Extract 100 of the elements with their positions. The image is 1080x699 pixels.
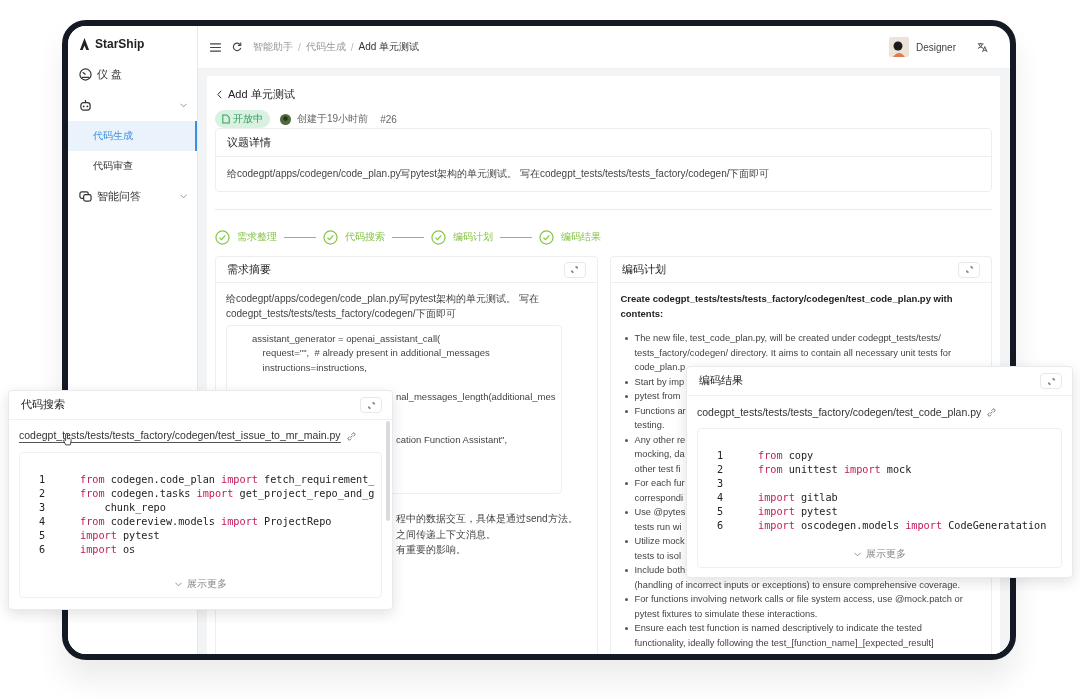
line-number: 3 xyxy=(716,477,725,491)
expand-icon xyxy=(367,401,375,409)
bullet-dot xyxy=(624,511,628,514)
line-number: 2 xyxy=(716,463,725,477)
translate-icon[interactable] xyxy=(977,41,988,53)
step-label: 代码搜索 xyxy=(345,230,385,244)
summary-note: 之间传递上下文消息。 xyxy=(396,527,496,542)
code-line: from copy xyxy=(758,449,814,463)
bullet-dot xyxy=(624,627,628,630)
plan-text: Include both xyxy=(634,564,687,577)
bullet-dot xyxy=(624,438,628,442)
plan-text: (handling of incorrect inputs or exceptions) to ensure comprehensive coverage. xyxy=(634,578,961,592)
code-line: from codereview.models import ProjectRepo xyxy=(80,515,332,529)
issue-title: Add 单元测试 xyxy=(228,86,295,102)
bullet-dot xyxy=(624,569,628,572)
scrollbar[interactable] xyxy=(386,421,390,521)
back-icon[interactable] xyxy=(217,89,222,99)
code-line: from unittest import mock xyxy=(758,463,912,477)
bullet-dot xyxy=(624,598,628,601)
plan-text: pytest fixtures to simulate these interactions. xyxy=(634,607,819,621)
plan-text: mocking, da xyxy=(634,448,686,461)
line-number: 1 xyxy=(38,473,47,487)
status-label: 开放中 xyxy=(233,112,263,126)
line-number: 2 xyxy=(38,487,47,501)
panel-title: 代码搜索 xyxy=(21,398,65,412)
app-logo: StarShip xyxy=(95,37,145,51)
expand-button[interactable] xyxy=(958,261,980,278)
plan-text: tests_factory/codegen/ directory. It aims to contain all necessary unit tests for xyxy=(634,346,952,360)
plan-heading: Create codegpt_tests/tests/tests_factory/codegen/test_code_plan.py with contents: xyxy=(620,292,954,321)
sidebar-subitem[interactable]: 代码审查 xyxy=(68,151,197,181)
expand-icon xyxy=(965,266,973,273)
plan-text: testing. xyxy=(634,419,666,432)
panel-title: 编码计划 xyxy=(621,262,666,277)
line-number: 3 xyxy=(38,501,47,515)
expand-button[interactable] xyxy=(1040,373,1062,389)
code-line: instructions=instructions, xyxy=(261,360,368,375)
plan-text: For functions involving network calls or file system access, use @mock.patch or xyxy=(634,593,963,606)
chevron-down-icon xyxy=(853,551,861,557)
chevron-down-icon xyxy=(180,103,187,108)
step-label: 编码计划 xyxy=(453,230,493,244)
code-line: import pytest xyxy=(80,529,160,543)
bullet-dot xyxy=(624,380,628,384)
chat-icon xyxy=(79,190,92,203)
menu-icon[interactable] xyxy=(210,42,221,52)
creator-avatar xyxy=(280,113,291,125)
file-link[interactable]: codegpt_tests/tests/tests_factory/codegen/test_code_plan.py xyxy=(697,406,982,418)
expand-icon xyxy=(1047,377,1055,385)
code-line: from codegen.code_plan import fetch_requirement_ xyxy=(80,473,375,487)
plan-text: Utilize mock xyxy=(634,535,685,548)
issue-number: #26 xyxy=(380,113,397,125)
bullet-dot xyxy=(624,409,628,413)
sidebar-item[interactable]: 智能问答 xyxy=(68,181,197,212)
expand-icon xyxy=(571,266,578,273)
step-label: 需求整理 xyxy=(237,230,277,244)
plan-text: tests run wi xyxy=(634,520,683,534)
code-line: import gitlab xyxy=(758,491,838,505)
user-avatar[interactable] xyxy=(888,37,909,57)
link-icon[interactable] xyxy=(346,431,356,441)
step-connector xyxy=(500,236,532,238)
panel-title: 议题详情 xyxy=(227,135,271,150)
code-line: import pytest xyxy=(758,505,838,519)
panel-title: 编码结果 xyxy=(699,374,743,388)
plan-text: Any other re xyxy=(634,433,686,447)
step-connector xyxy=(284,236,316,238)
plan-text: The new file, test_code_plan.py, will be created under codegpt_tests/tests/ xyxy=(634,332,942,345)
plan-text: Ensure each test function is named descriptively to indicate the tested xyxy=(634,622,923,635)
details-text: 给codegpt/apps/codegen/code_plan.py写pytest架构的单元测试。 写在codegpt_tests/tests/tests_factory/codegen/下面即可 xyxy=(226,167,771,181)
gauge-icon xyxy=(79,68,92,81)
created-time: 创建于19小时前 xyxy=(297,112,369,126)
bullet-dot xyxy=(624,395,628,398)
bullet-dot xyxy=(624,540,628,543)
plan-text: Start by imp xyxy=(634,375,685,389)
code-line: assistant_generator = openai_assistant_call( xyxy=(252,332,442,346)
line-number: 6 xyxy=(716,519,725,533)
line-number: 4 xyxy=(38,515,47,529)
document-icon xyxy=(222,114,230,124)
link-icon[interactable] xyxy=(987,407,997,417)
code-line: from codegen.tasks import get_project_repo_and_g xyxy=(80,487,375,501)
line-number: 1 xyxy=(716,449,725,463)
rocket-logo-icon xyxy=(79,37,90,51)
code-line: request="", # already present in additional_messages xyxy=(261,346,491,361)
expand-button[interactable] xyxy=(360,397,382,413)
bullet-dot xyxy=(624,482,628,485)
robot-icon xyxy=(79,99,92,112)
code-line: import oscodegen.models import CodeGeneratation xyxy=(758,519,1047,533)
sidebar-item[interactable]: 仪 盘 xyxy=(68,59,197,90)
chevron-down-icon xyxy=(174,581,182,587)
user-name[interactable]: Designer xyxy=(915,41,956,53)
code-line: chunk_repo xyxy=(103,501,166,515)
line-number: 4 xyxy=(716,491,725,505)
line-number: 5 xyxy=(716,505,725,519)
refresh-icon[interactable] xyxy=(232,42,242,52)
plan-text: For each fur xyxy=(634,477,685,490)
expand-button[interactable] xyxy=(563,261,586,278)
show-more-button[interactable]: 展示更多 xyxy=(165,577,236,591)
chevron-down-icon xyxy=(180,194,187,199)
summary-note: 有重要的影响。 xyxy=(396,543,466,557)
show-more-button[interactable]: 展示更多 xyxy=(844,547,915,561)
plan-text: pytest from xyxy=(634,390,681,403)
line-number: 6 xyxy=(38,543,47,557)
